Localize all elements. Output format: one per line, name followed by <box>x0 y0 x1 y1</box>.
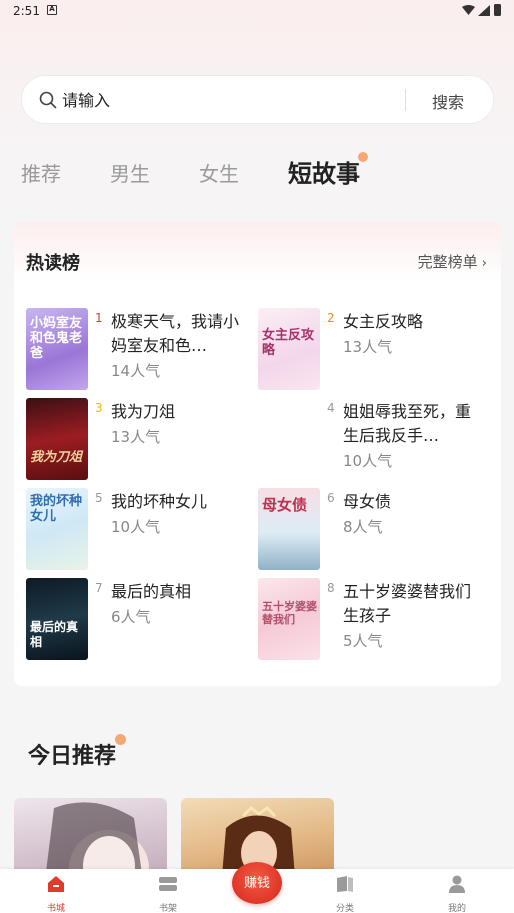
status-time: 2:51 <box>13 4 40 18</box>
rank-number: 4 <box>327 401 335 415</box>
category-tabs: 推荐 男生 女生 短故事 <box>21 152 501 192</box>
book-popularity: 8人气 <box>343 518 383 536</box>
wifi-icon <box>462 5 475 15</box>
book-title: 我的坏种女儿 <box>111 492 208 511</box>
today-recommend-title: 今日推荐 <box>28 734 127 770</box>
tab-female[interactable]: 女生 <box>199 158 239 187</box>
cover-title: 最后的真相 <box>30 620 79 649</box>
nav-profile-label: 我的 <box>447 904 466 913</box>
book-cover: 女主反攻略 <box>258 308 320 390</box>
book-cover: 母女债 <box>258 488 320 570</box>
book-cover: 最后的真相 <box>26 578 88 660</box>
book-cover: 五十岁婆婆 替我们 <box>258 578 320 660</box>
search-button[interactable]: 搜索 <box>432 89 464 113</box>
tab-short-story-label: 短故事 <box>288 160 360 188</box>
book-cover: 小妈室友 和色鬼老爸 <box>26 308 88 390</box>
hot-list-item[interactable]: 小妈室友 和色鬼老爸 1 极寒天气，我请小妈室友和色… 14人气 <box>26 308 256 392</box>
today-title-label: 今日推荐 <box>28 744 117 769</box>
hot-list-title: 热读榜 <box>26 253 80 274</box>
nav-profile[interactable]: 我的 <box>432 875 482 913</box>
nav-category-label: 分类 <box>335 904 354 913</box>
book-title: 母女债 <box>343 492 392 511</box>
rank-number: 1 <box>95 311 103 325</box>
book-popularity: 13人气 <box>343 338 393 356</box>
rank-number: 2 <box>327 311 335 325</box>
bookshelf-icon <box>159 877 177 891</box>
rank-number: 8 <box>327 581 335 595</box>
rank-number: 3 <box>95 401 103 415</box>
full-list-label: 完整榜单 <box>417 253 478 271</box>
title-accent-dot <box>115 734 127 745</box>
book-popularity: 5人气 <box>343 632 383 650</box>
tab-active-dot <box>358 152 368 162</box>
book-popularity: 6人气 <box>111 608 151 626</box>
cover-title: 母女债 <box>262 496 308 514</box>
nav-category[interactable]: 分类 <box>320 875 370 913</box>
book-title: 五十岁婆婆替我们生孩子 <box>343 582 472 625</box>
search-input[interactable] <box>62 88 382 112</box>
chevron-right-icon: › <box>477 256 487 271</box>
book-title: 姐姐辱我至死，重生后我反手… <box>343 402 472 445</box>
book-popularity: 10人气 <box>111 518 161 536</box>
tab-male[interactable]: 男生 <box>110 158 150 187</box>
page: 2:51 A 搜索 推荐 男生 女生 短故事 热读榜 完整榜单 › <box>0 0 514 913</box>
full-list-link[interactable]: 完整榜单 › <box>418 251 487 272</box>
book-title: 我为刀俎 <box>111 402 176 421</box>
book-popularity: 13人气 <box>111 428 161 446</box>
search-bar: 搜索 <box>21 75 494 124</box>
cover-title: 我为刀俎 <box>30 450 83 465</box>
nav-bookshelf[interactable]: 书架 <box>143 875 193 913</box>
category-icon <box>337 876 353 892</box>
hot-list-item[interactable]: 女主反攻略 2 女主反攻略 13人气 <box>258 308 488 392</box>
book-popularity: 14人气 <box>111 362 161 380</box>
cover-title: 小妈室友 和色鬼老爸 <box>30 316 83 361</box>
search-icon <box>39 91 57 109</box>
hot-list-item[interactable]: 4 姐姐辱我至死，重生后我反手… 10人气 <box>258 398 488 482</box>
hot-list-item[interactable]: 母女债 6 母女债 8人气 <box>258 488 488 572</box>
battery-icon <box>494 4 501 16</box>
hot-list-item[interactable]: 五十岁婆婆 替我们 8 五十岁婆婆替我们生孩子 5人气 <box>258 578 488 662</box>
store-icon <box>48 876 64 892</box>
nav-store-label: 书城 <box>46 904 65 913</box>
tab-short-story[interactable]: 短故事 <box>288 152 368 189</box>
tab-recommend[interactable]: 推荐 <box>21 158 61 187</box>
book-title: 最后的真相 <box>111 582 192 601</box>
notification-icon: A <box>47 5 57 15</box>
hot-list-item[interactable]: 最后的真相 7 最后的真相 6人气 <box>26 578 256 662</box>
cover-title: 我的坏种女儿 <box>30 494 83 524</box>
search-divider <box>405 89 406 111</box>
book-cover: 我为刀俎 <box>26 398 88 480</box>
book-cover <box>258 398 320 480</box>
book-title: 女主反攻略 <box>343 312 424 331</box>
signal-icon <box>478 5 490 16</box>
nav-bookshelf-label: 书架 <box>158 904 177 913</box>
rank-number: 5 <box>95 491 103 505</box>
hot-list-item[interactable]: 我的坏种女儿 5 我的坏种女儿 10人气 <box>26 488 256 572</box>
hot-list-card: 热读榜 完整榜单 › 小妈室友 和色鬼老爸 1 极寒天气，我请小妈室友和色… 1… <box>14 222 501 686</box>
book-cover: 我的坏种女儿 <box>26 488 88 570</box>
book-title: 极寒天气，我请小妈室友和色… <box>111 312 240 355</box>
profile-icon <box>449 875 465 893</box>
earn-button[interactable]: 赚钱 <box>232 862 282 904</box>
status-bar: 2:51 A <box>0 0 514 22</box>
book-popularity: 10人气 <box>343 452 393 470</box>
rank-number: 7 <box>95 581 103 595</box>
cover-title: 五十岁婆婆 替我们 <box>262 600 317 626</box>
cover-title: 女主反攻略 <box>262 328 315 358</box>
nav-store[interactable]: 书城 <box>31 875 81 913</box>
rank-number: 6 <box>327 491 335 505</box>
hot-list-item[interactable]: 我为刀俎 3 我为刀俎 13人气 <box>26 398 256 482</box>
